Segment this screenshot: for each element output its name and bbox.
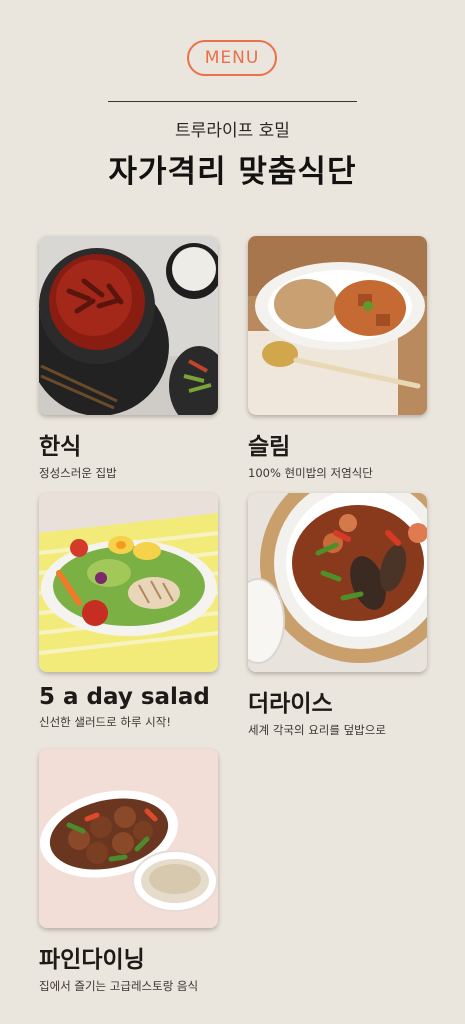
menu-desc-the-rice: 세계 각국의 요리를 덮밥으로	[248, 723, 386, 737]
menu-card-salad[interactable]: 5 a day salad 신선한 샐러드로 하루 시작!	[39, 493, 219, 730]
page-title: 자가격리 맞춤식단	[108, 154, 357, 190]
fine-dining-food-image[interactable]	[39, 749, 218, 928]
menu-badge: MENU	[187, 40, 277, 76]
menu-title-the-rice: 더라이스	[248, 691, 333, 717]
menu-card-the-rice[interactable]: 더라이스 세계 각국의 요리를 덮밥으로	[248, 493, 428, 738]
brand-subtitle: 트루라이프 호밀	[175, 121, 290, 141]
menu-card-korean[interactable]: 한식 정성스러운 집밥	[39, 236, 219, 481]
header-divider	[108, 101, 357, 102]
menu-title-korean: 한식	[39, 434, 82, 460]
menu-desc-korean: 정성스러운 집밥	[39, 466, 117, 480]
menu-desc-slim: 100% 현미밥의 저염식단	[248, 466, 373, 480]
korean-food-image[interactable]	[39, 236, 218, 415]
the-rice-food-image[interactable]	[248, 493, 427, 672]
menu-desc-salad: 신선한 샐러드로 하루 시작!	[39, 715, 171, 729]
menu-title-fine-dining: 파인다이닝	[39, 947, 145, 973]
slim-food-image[interactable]	[248, 236, 427, 415]
menu-card-slim[interactable]: 슬림 100% 현미밥의 저염식단	[248, 236, 428, 481]
menu-card-fine-dining[interactable]: 파인다이닝 집에서 즐기는 고급레스토랑 음식	[39, 749, 219, 994]
menu-title-slim: 슬림	[248, 434, 291, 460]
menu-title-salad: 5 a day salad	[39, 684, 210, 710]
menu-desc-fine-dining: 집에서 즐기는 고급레스토랑 음식	[39, 979, 199, 993]
salad-food-image[interactable]	[39, 493, 218, 672]
